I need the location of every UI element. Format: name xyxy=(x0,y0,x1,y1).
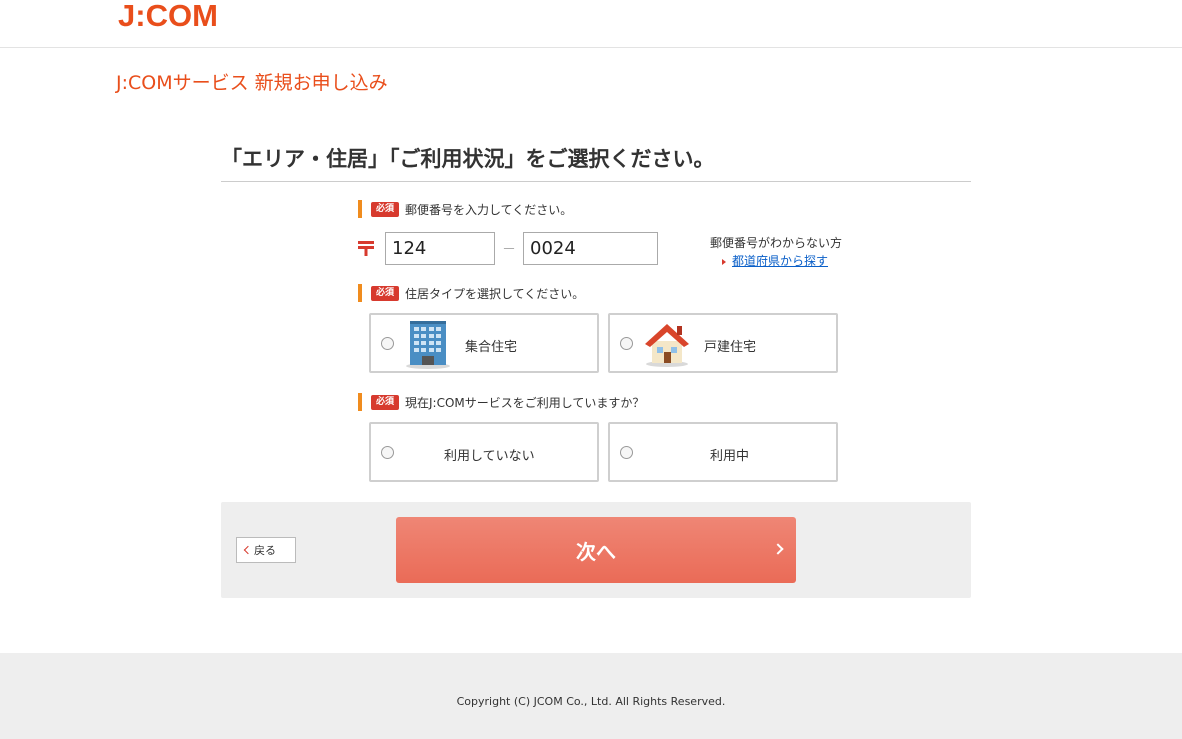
residence-option-apartment[interactable]: 集合住宅 xyxy=(369,313,599,373)
residence-option-house[interactable]: 戸建住宅 xyxy=(608,313,838,373)
apartment-radio[interactable] xyxy=(381,337,394,350)
link-arrow-icon xyxy=(722,258,726,265)
not-using-option-label: 利用していない xyxy=(444,449,535,464)
prefecture-search-link-text: 都道府県から探す xyxy=(732,254,829,268)
not-using-radio[interactable] xyxy=(381,446,394,459)
next-button-label: 次へ xyxy=(576,539,616,564)
chevron-left-icon xyxy=(243,545,253,555)
postal-section-label: 必須 郵便番号を入力してください。 xyxy=(358,200,778,218)
required-badge: 必須 xyxy=(371,201,400,217)
copyright-text: Copyright (C) JCOM Co., Ltd. All Rights … xyxy=(456,695,726,708)
house-radio[interactable] xyxy=(620,337,633,350)
required-badge: 必須 xyxy=(371,285,400,301)
residence-label-text: 住居タイプを選択してください。 xyxy=(405,286,585,301)
site-footer: Copyright (C) JCOM Co., Ltd. All Rights … xyxy=(0,653,1182,739)
service-title: J:COMサービス 新規お申し込み xyxy=(116,72,388,94)
residence-section-label: 必須 住居タイプを選択してください。 xyxy=(358,284,778,302)
back-button[interactable]: 戻る xyxy=(236,537,296,563)
usage-option-not-using[interactable]: 利用していない xyxy=(369,422,599,482)
navigation-bar: 戻る 次へ xyxy=(221,502,971,598)
usage-label-text: 現在J:COMサービスをご利用していますか？ xyxy=(405,395,645,410)
house-icon xyxy=(645,324,689,367)
usage-option-using[interactable]: 利用中 xyxy=(608,422,838,482)
next-button[interactable]: 次へ xyxy=(396,517,796,583)
zip-code-second-input[interactable] xyxy=(523,232,658,265)
chevron-right-icon xyxy=(772,543,784,555)
page-title: 「エリア・住居」「ご利用状況」をご選択ください。 xyxy=(221,143,971,182)
house-option-label: 戸建住宅 xyxy=(704,340,757,355)
usage-section-label: 必須 現在J:COMサービスをご利用していますか？ xyxy=(358,393,778,411)
zip-help-label: 郵便番号がわからない方 xyxy=(710,236,843,250)
postal-mark-icon xyxy=(358,241,374,256)
back-button-label: 戻る xyxy=(254,544,276,557)
postal-label-text: 郵便番号を入力してください。 xyxy=(405,202,573,217)
apartment-option-label: 集合住宅 xyxy=(465,340,518,355)
using-option-label: 利用中 xyxy=(710,449,750,464)
zip-code-first-input[interactable] xyxy=(385,232,495,265)
apartment-building-icon xyxy=(406,321,450,369)
jcom-logo[interactable]: J:COM xyxy=(118,0,218,34)
site-header: J:COM xyxy=(0,0,1182,48)
using-radio[interactable] xyxy=(620,446,633,459)
prefecture-search-link[interactable]: 都道府県から探す xyxy=(722,252,828,269)
required-badge: 必須 xyxy=(371,394,400,410)
zip-dash: － xyxy=(502,242,516,258)
